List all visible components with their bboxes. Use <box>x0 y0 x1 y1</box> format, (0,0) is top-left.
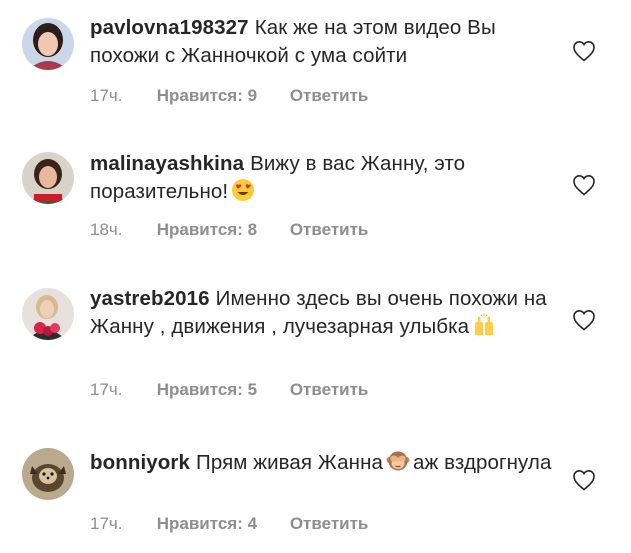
avatar[interactable] <box>22 448 74 500</box>
heart-eyes-emoji-icon <box>232 179 255 201</box>
comment-text-block: bonniyork Прям живая Жанна аж вздрогнула <box>90 449 560 477</box>
comment-text-block: yastreb2016 Именно здесь вы очень похожи … <box>90 285 560 341</box>
comment-likes-count[interactable]: Нравится: 5 <box>157 380 257 400</box>
comment-text-block: pavlovna198327 Как же на этом видео Вы по… <box>90 14 560 70</box>
comment-username[interactable]: malinayashkina <box>90 152 244 175</box>
comment-username[interactable]: pavlovna198327 <box>90 16 249 39</box>
comment-username[interactable]: yastreb2016 <box>90 287 210 310</box>
comment-meta: 17ч. Нравится: 9 Ответить <box>90 86 368 106</box>
comment-likes-count[interactable]: Нравится: 9 <box>157 86 257 106</box>
like-heart-icon[interactable] <box>572 309 596 331</box>
see-no-evil-monkey-emoji-icon <box>386 451 410 471</box>
reply-button[interactable]: Ответить <box>290 514 369 534</box>
reply-button[interactable]: Ответить <box>290 220 369 240</box>
comment-time[interactable]: 17ч. <box>90 380 152 400</box>
avatar[interactable] <box>22 18 74 70</box>
comment-text-block: malinayashkina Вижу в вас Жанну, это пора… <box>90 150 560 206</box>
like-heart-icon[interactable] <box>572 174 596 196</box>
comment-meta: 17ч. Нравится: 4 Ответить <box>90 514 368 534</box>
comment-meta: 18ч. Нравится: 8 Ответить <box>90 220 368 240</box>
comment-time[interactable]: 17ч. <box>90 514 152 534</box>
comment-time[interactable]: 17ч. <box>90 86 152 106</box>
reply-button[interactable]: Ответить <box>290 86 369 106</box>
comment-meta: 17ч. Нравится: 5 Ответить <box>90 380 368 400</box>
avatar[interactable] <box>22 152 74 204</box>
comment-username[interactable]: bonniyork <box>90 451 190 474</box>
comment-text: Прям живая Жанна <box>196 451 384 474</box>
raising-hands-emoji-icon <box>475 313 494 335</box>
comments-list: pavlovna198327 Как же на этом видео Вы по… <box>0 0 631 553</box>
like-heart-icon[interactable] <box>572 469 596 491</box>
comment-likes-count[interactable]: Нравится: 8 <box>157 220 257 240</box>
comment-time[interactable]: 18ч. <box>90 220 152 240</box>
avatar[interactable] <box>22 288 74 340</box>
like-heart-icon[interactable] <box>572 40 596 62</box>
reply-button[interactable]: Ответить <box>290 380 369 400</box>
comment-text-after: аж вздрогнула <box>413 451 552 474</box>
comment-likes-count[interactable]: Нравится: 4 <box>157 514 257 534</box>
